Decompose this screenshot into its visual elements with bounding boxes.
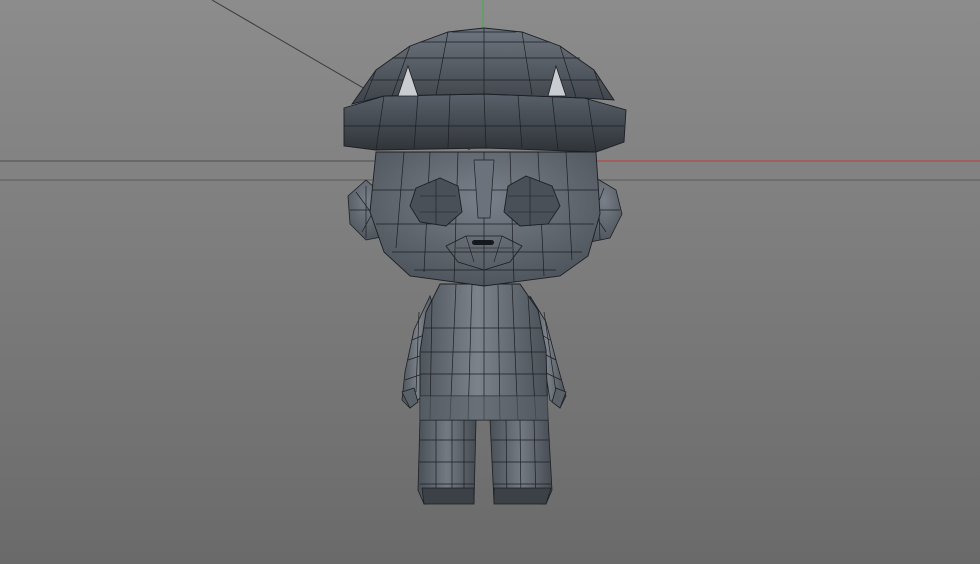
right-leg[interactable] bbox=[489, 417, 553, 505]
helmet-cap[interactable] bbox=[343, 27, 627, 153]
head[interactable] bbox=[369, 151, 601, 287]
viewport-canvas[interactable] bbox=[0, 0, 980, 564]
torso[interactable] bbox=[419, 283, 549, 421]
3d-viewport[interactable] bbox=[0, 0, 980, 564]
left-leg[interactable] bbox=[417, 417, 477, 505]
character-mesh[interactable] bbox=[343, 27, 627, 505]
